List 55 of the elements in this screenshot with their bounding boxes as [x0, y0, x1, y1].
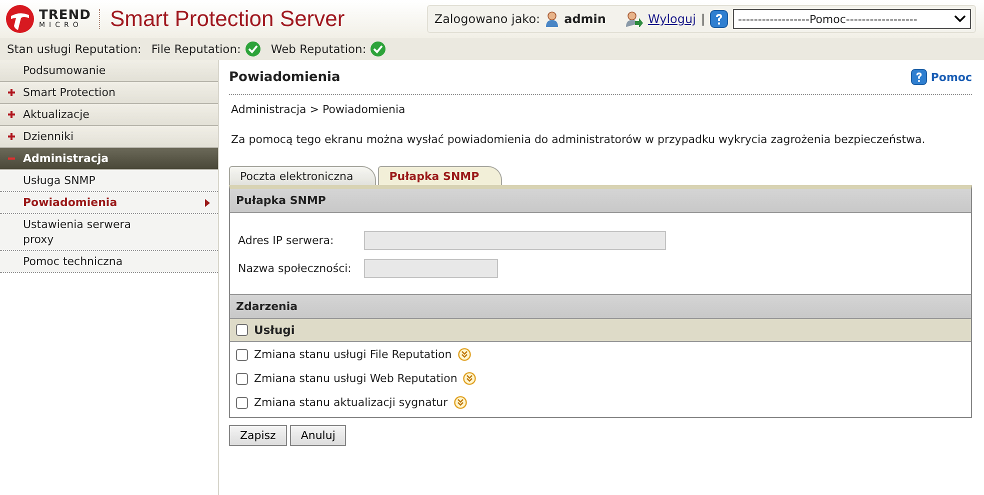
expand-icon[interactable]: [454, 396, 467, 409]
logged-in-label: Zalogowano jako:: [434, 12, 540, 26]
user-name: admin: [564, 12, 606, 26]
caret-right-icon: [205, 198, 210, 206]
chevron-down-icon: [954, 15, 966, 23]
input-field[interactable]: [364, 231, 666, 250]
service-label: File Reputation:: [151, 42, 241, 56]
sidebar-subitem[interactable]: Ustawienia serwera proxy: [0, 214, 218, 251]
sidebar-item[interactable]: Smart Protection: [0, 82, 218, 104]
field-label: Adres IP serwera:: [238, 234, 335, 247]
form-button[interactable]: Anuluj: [290, 425, 346, 446]
logout-link[interactable]: Wyloguj: [648, 12, 696, 26]
field-label: Nazwa społeczności:: [238, 262, 352, 275]
breadcrumb: Administracja > Powiadomienia: [231, 103, 406, 116]
plus-icon: [8, 89, 15, 96]
checkbox[interactable]: [236, 396, 248, 408]
help-icon[interactable]: [710, 10, 728, 28]
sidebar-item[interactable]: Podsumowanie: [0, 60, 218, 82]
sidebar-item[interactable]: Dzienniki: [0, 126, 218, 148]
status-label: Stan usługi Reputation:: [7, 42, 142, 56]
plus-icon: [8, 111, 15, 118]
brand-name: TREND: [39, 9, 91, 22]
checkbox[interactable]: [236, 372, 248, 384]
section-header: Zdarzenia: [230, 295, 971, 319]
logo-icon: [5, 4, 35, 34]
group-label: Usługi: [254, 323, 295, 337]
event-label: Zmiana stanu usługi Web Reputation: [254, 372, 458, 385]
page-title: Powiadomienia: [229, 70, 340, 84]
event-label: Zmiana stanu usługi File Reputation: [254, 348, 452, 361]
help-link[interactable]: Pomoc: [910, 69, 972, 85]
service-label: Web Reputation:: [270, 42, 366, 56]
checkbox[interactable]: [236, 348, 248, 360]
description: Za pomocą tego ekranu można wysłać powiadomienia do administratorów w przypadku wykrycia zagrożenia bezpieczeństwa.: [231, 133, 926, 146]
expand-icon[interactable]: [458, 348, 471, 361]
plus-icon: [8, 133, 15, 140]
user-icon: [545, 11, 560, 27]
tab[interactable]: Pułapka SNMP: [378, 166, 502, 185]
product-title: Smart Protection Server: [110, 6, 345, 32]
logout-icon: [624, 11, 643, 27]
tab[interactable]: Poczta elektroniczna: [229, 166, 376, 185]
form-button[interactable]: Zapisz: [229, 425, 287, 446]
help-dropdown[interactable]: ------------------Pomoc------------------: [733, 9, 971, 29]
expand-icon[interactable]: [463, 372, 476, 385]
sidebar-subitem[interactable]: Powiadomienia: [0, 192, 218, 214]
sidebar-item[interactable]: Aktualizacje: [0, 104, 218, 126]
minus-icon: [8, 155, 15, 162]
input-field[interactable]: [364, 259, 498, 278]
separator: |: [700, 12, 705, 26]
sidebar-subitem[interactable]: Pomoc techniczna: [0, 251, 218, 273]
checkbox[interactable]: [236, 324, 248, 336]
help-icon: [910, 69, 927, 85]
sidebar-subitem[interactable]: Usługa SNMP: [0, 170, 218, 192]
event-label: Zmiana stanu aktualizacji sygnatur: [254, 396, 448, 409]
sidebar-item[interactable]: Administracja: [0, 148, 218, 170]
section-header: Pułapka SNMP: [230, 189, 971, 213]
